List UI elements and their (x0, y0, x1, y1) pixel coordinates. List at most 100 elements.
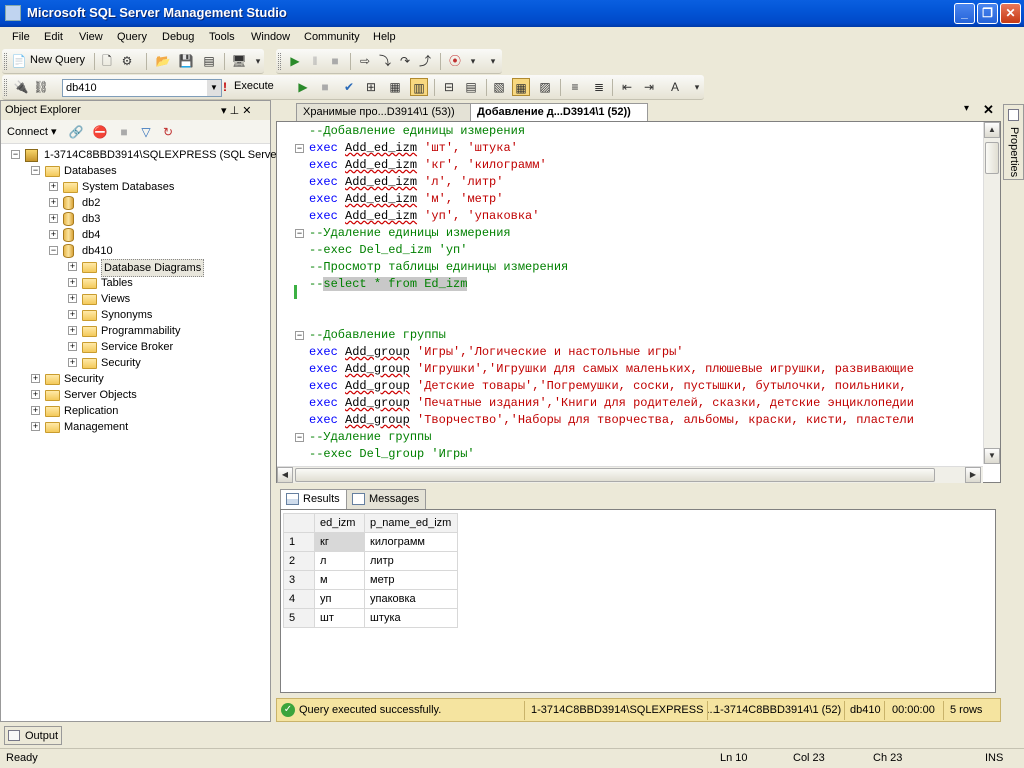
tree-node[interactable]: + Database Diagrams (1, 259, 270, 277)
tree-node[interactable]: + db3 (1, 211, 270, 227)
table-row[interactable]: 4 уп упаковка (283, 589, 458, 609)
execute-button[interactable]: Execute (234, 80, 274, 92)
break-icon[interactable]: ‖ (306, 52, 324, 70)
minimize-button[interactable]: _ (954, 3, 975, 24)
menu-edit[interactable]: Edit (44, 31, 63, 43)
expand-icon[interactable]: + (49, 198, 58, 207)
tree-node[interactable]: + Synonyms (1, 307, 270, 323)
table-cell[interactable]: м (314, 570, 365, 590)
row-number-cell[interactable]: 1 (283, 532, 315, 552)
expand-icon[interactable]: + (68, 342, 77, 351)
expand-icon[interactable]: + (49, 214, 58, 223)
parse-icon[interactable]: ✔ (340, 78, 358, 96)
uncomment-icon[interactable]: ≣ (590, 78, 608, 96)
table-row[interactable]: 2 л литр (283, 551, 458, 571)
editor-vertical-scrollbar[interactable]: ▲ ▼ (983, 122, 1000, 464)
fold-toggle-icon[interactable]: − (295, 331, 304, 340)
table-cell[interactable]: шт (314, 608, 365, 628)
tab-messages[interactable]: Messages (346, 489, 427, 509)
stop-icon[interactable]: ■ (326, 52, 344, 70)
results-grid[interactable]: ed_izm p_name_ed_izm 1 кг килограмм 2 л литр 3… (283, 513, 458, 628)
row-header-corner[interactable] (283, 513, 315, 533)
close-button[interactable]: ✕ (1000, 3, 1021, 24)
collapse-icon[interactable]: − (49, 246, 58, 255)
connect-server-icon[interactable]: 🔗 (67, 123, 85, 141)
results-grid-toggle-icon[interactable]: ▦ (512, 78, 530, 96)
expand-icon[interactable]: + (49, 230, 58, 239)
stop-icon[interactable]: ■ (115, 123, 133, 141)
tree-node[interactable]: + Management (1, 419, 270, 435)
table-row[interactable]: 3 м метр (283, 570, 458, 590)
code-line[interactable]: exec Add_ed_izm 'кг', 'килограмм' (309, 157, 547, 174)
expand-icon[interactable]: + (68, 294, 77, 303)
row-number-cell[interactable]: 4 (283, 589, 315, 609)
query-editor[interactable]: --Добавление единицы измерения − exec Add_… (276, 121, 1001, 483)
menu-community[interactable]: Community (304, 31, 360, 43)
expand-icon[interactable]: + (49, 182, 58, 191)
expand-icon[interactable]: + (31, 374, 40, 383)
collapse-icon[interactable]: − (11, 150, 20, 159)
tab-list-icon[interactable]: ▾ (964, 103, 969, 114)
connect-button[interactable]: Connect ▾ (7, 125, 57, 138)
scroll-right-icon[interactable]: ▶ (965, 467, 981, 483)
toolbar-overflow-icon[interactable]: ▾ (249, 52, 267, 70)
expand-icon[interactable]: + (68, 326, 77, 335)
tree-node[interactable]: + Security (1, 355, 270, 371)
menu-query[interactable]: Query (117, 31, 147, 43)
restore-button[interactable]: ❐ (977, 3, 998, 24)
tree-node[interactable]: + Security (1, 371, 270, 387)
panel-controls[interactable]: ▾ ⊥ ✕ (221, 104, 251, 117)
code-line[interactable]: exec Add_group 'Игрушки','Игрушки для са… (309, 361, 914, 378)
code-line[interactable]: --exec Del_group 'Игры' (309, 446, 475, 463)
table-cell[interactable]: метр (364, 570, 458, 590)
column-header-p-name-ed-izm[interactable]: p_name_ed_izm (364, 513, 458, 533)
code-line[interactable]: exec Add_ed_izm 'л', 'литр' (309, 174, 503, 191)
start-debug-icon[interactable]: ▶ (286, 52, 304, 70)
tree-node[interactable]: + Views (1, 291, 270, 307)
code-line[interactable]: --Добавление группы (309, 327, 446, 344)
scroll-left-icon[interactable]: ◀ (277, 467, 293, 483)
breakpoints-dropdown-icon[interactable]: ▾ (464, 52, 482, 70)
decrease-indent-icon[interactable]: ⇤ (618, 78, 636, 96)
editor-horizontal-scrollbar[interactable]: ◀ ▶ (277, 466, 983, 483)
code-line[interactable]: --select * from Ed_izm (309, 276, 468, 293)
table-cell[interactable]: штука (364, 608, 458, 628)
close-tab-icon[interactable]: ✕ (983, 102, 994, 118)
tab-add-data[interactable]: Добавление д...D3914\1 (52)) (470, 103, 648, 121)
code-line[interactable]: exec Add_group 'Печатные издания','Книги… (309, 395, 914, 412)
code-line[interactable]: exec Add_ed_izm 'м', 'метр' (309, 191, 503, 208)
row-number-cell[interactable]: 3 (283, 570, 315, 590)
expand-icon[interactable]: + (31, 406, 40, 415)
tree-node[interactable]: + Tables (1, 275, 270, 291)
code-line[interactable]: exec Add_group 'Творчество','Наборы для … (309, 412, 914, 429)
activity-monitor-icon[interactable]: 🖥 (230, 52, 248, 70)
new-query-icon[interactable]: 📄 (10, 52, 28, 70)
step-out-icon[interactable]: ⤴ (416, 52, 434, 70)
tree-node[interactable]: + Server Objects (1, 387, 270, 403)
toolbar-overflow-icon[interactable]: ▾ (484, 52, 502, 70)
scroll-up-icon[interactable]: ▲ (984, 122, 1000, 138)
disconnect-icon[interactable]: ⛓ (32, 78, 50, 96)
table-cell[interactable]: кг (314, 532, 365, 552)
menu-help[interactable]: Help (373, 31, 396, 43)
expand-icon[interactable]: + (68, 278, 77, 287)
chevron-down-icon[interactable]: ▼ (207, 80, 221, 96)
expand-icon[interactable]: + (31, 390, 40, 399)
table-row[interactable]: 5 шт штука (283, 608, 458, 628)
tree-node[interactable]: − db410 (1, 243, 270, 259)
save-icon[interactable]: 💾 (177, 52, 195, 70)
code-line[interactable]: --Просмотр таблицы единицы измерения (309, 259, 568, 276)
tree-node[interactable]: + db4 (1, 227, 270, 243)
database-select[interactable]: db410 ▼ (62, 79, 222, 97)
new-query-button[interactable]: New Query (30, 54, 85, 66)
table-cell[interactable]: л (314, 551, 365, 571)
display-plan-icon[interactable]: ⊞ (362, 78, 380, 96)
menu-view[interactable]: View (79, 31, 103, 43)
fold-toggle-icon[interactable]: − (295, 433, 304, 442)
tree-node[interactable]: + db2 (1, 195, 270, 211)
client-stats-icon[interactable]: ▤ (462, 78, 480, 96)
comment-icon[interactable]: ≡ (566, 78, 584, 96)
analysis-icon[interactable]: ⚙ (118, 52, 136, 70)
code-line[interactable]: exec Add_group 'Детские товары','Погрему… (309, 378, 914, 395)
refresh-icon[interactable]: ↻ (159, 123, 177, 141)
